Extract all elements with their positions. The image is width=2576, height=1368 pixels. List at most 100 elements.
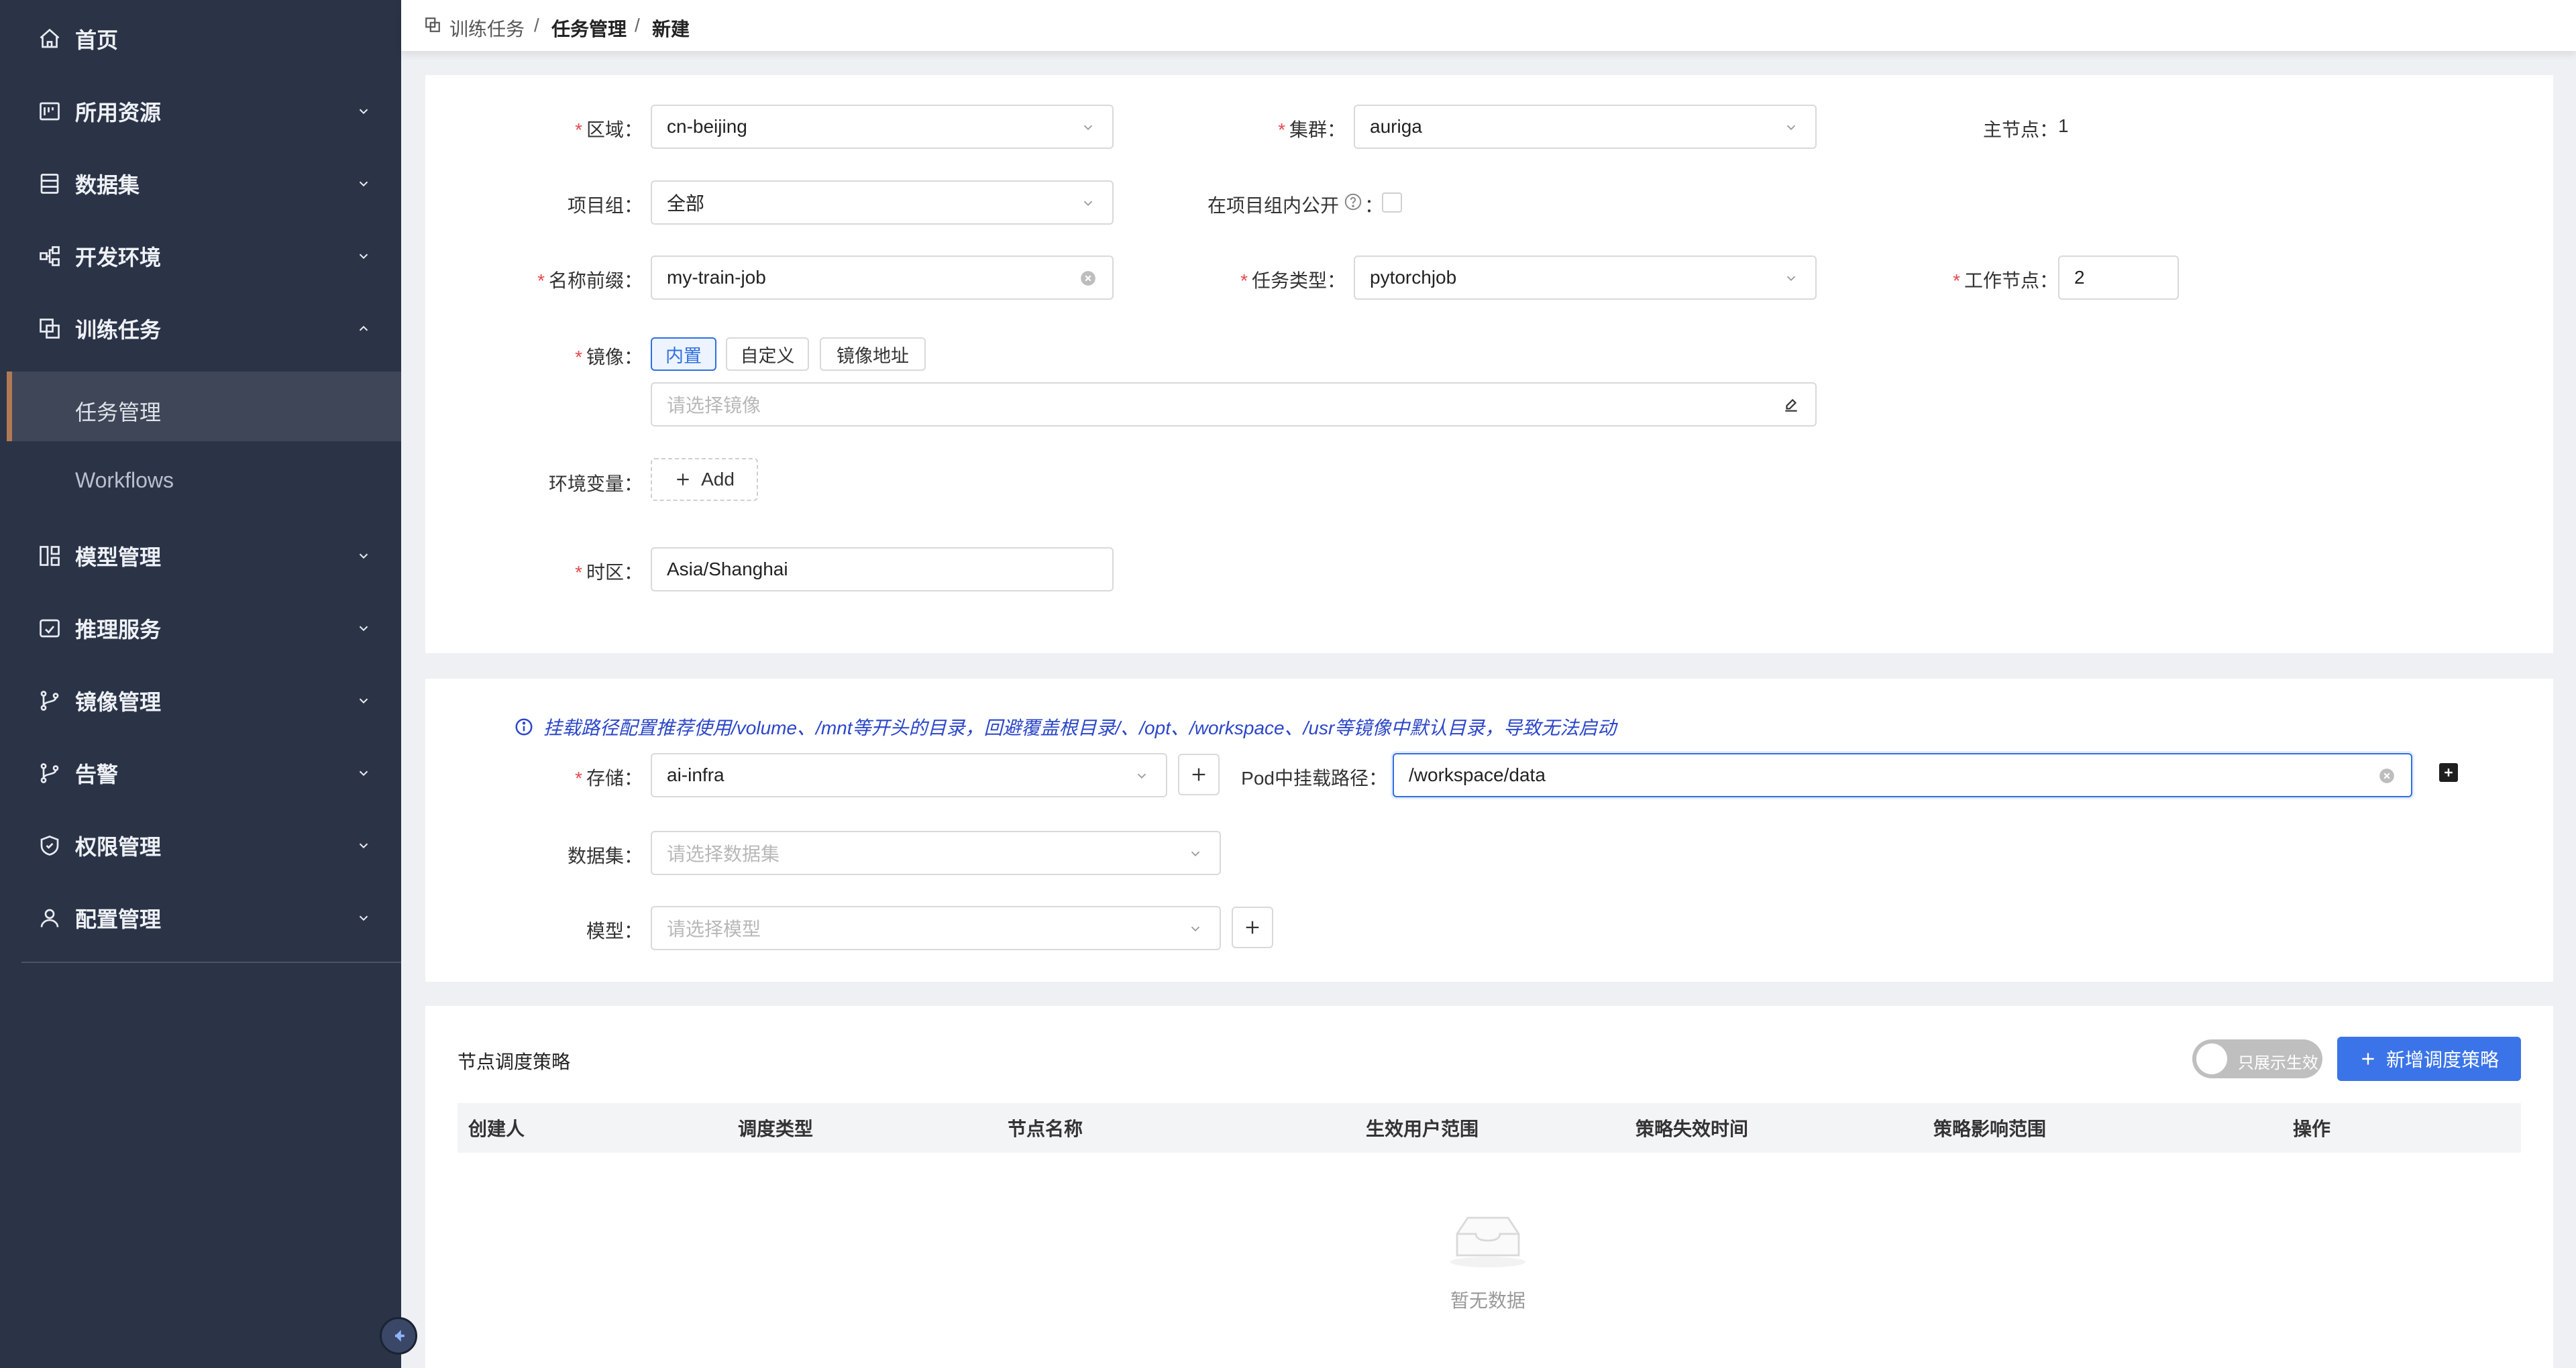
- dataset-select[interactable]: 请选择数据集: [651, 831, 1221, 875]
- breadcrumb-item-training[interactable]: 训练任务: [449, 15, 525, 42]
- dev-env-icon: [36, 243, 63, 270]
- chevron-up-icon: [354, 319, 373, 338]
- only-active-toggle[interactable]: 只展示生效: [2192, 1039, 2322, 1078]
- region-label: * 区域：: [575, 119, 643, 140]
- chevron-down-icon: [354, 691, 373, 710]
- image-option-address[interactable]: 镜像地址: [820, 337, 926, 371]
- training-icon: [36, 315, 63, 342]
- copy-icon: [424, 16, 441, 38]
- empty-text: 暂无数据: [1450, 1290, 1525, 1311]
- sidebar-item-label: 告警: [75, 762, 119, 787]
- image-select-input[interactable]: 请选择镜像: [651, 382, 1817, 426]
- region-select[interactable]: cn-beijing: [651, 105, 1114, 149]
- breadcrumb-item-task-management[interactable]: 任务管理: [551, 15, 627, 42]
- chevron-down-icon: [1079, 194, 1097, 213]
- worker-nodes-label: * 工作节点：: [1953, 270, 2058, 291]
- region-value: cn-beijing: [667, 116, 747, 137]
- project-group-select[interactable]: 全部: [651, 180, 1114, 225]
- sidebar-item-dev-env[interactable]: 开发环境: [0, 220, 401, 292]
- sidebar-item-label: 镜像管理: [75, 690, 162, 714]
- project-group-label: 项目组：: [567, 195, 643, 216]
- sidebar-item-label: 推理服务: [75, 618, 162, 642]
- cluster-select[interactable]: auriga: [1354, 105, 1817, 149]
- table-header-user-scope: 生效用户范围: [1366, 1119, 1479, 1139]
- chevron-down-icon: [1782, 269, 1801, 288]
- sidebar-subitem-workflows[interactable]: Workflows: [0, 444, 401, 514]
- table-header-actions: 操作: [2293, 1119, 2331, 1139]
- breadcrumb-item-new: 新建: [652, 19, 690, 40]
- sidebar-item-inference[interactable]: 推理服务: [0, 592, 401, 665]
- add-scheduling-policy-button[interactable]: 新增调度策略: [2337, 1037, 2521, 1081]
- project-group-value: 全部: [667, 193, 705, 214]
- sidebar-subitem-task-management[interactable]: 任务管理: [7, 372, 401, 441]
- add-scheduling-policy-label: 新增调度策略: [2385, 1049, 2499, 1070]
- image-option-custom[interactable]: 自定义: [726, 337, 809, 371]
- cluster-label: * 集群：: [1278, 119, 1346, 140]
- sidebar-item-label: 开发环境: [75, 245, 162, 270]
- model-select[interactable]: 请选择模型: [651, 906, 1221, 950]
- task-type-select[interactable]: pytorchjob: [1354, 255, 1817, 300]
- breadcrumb-separator: /: [635, 15, 640, 36]
- sidebar-item-images[interactable]: 镜像管理: [0, 665, 401, 737]
- pod-mount-path-input[interactable]: /workspace/data: [1393, 753, 2412, 797]
- sidebar-item-label: 首页: [75, 28, 119, 52]
- sidebar-item-permissions[interactable]: 权限管理: [0, 809, 401, 882]
- task-type-value: pytorchjob: [1370, 267, 1457, 288]
- public-in-group-checkbox[interactable]: [1382, 192, 1402, 213]
- chevron-down-icon: [354, 909, 373, 927]
- sidebar: 首页 所用资源 数据集 开发环境 训练任务 任务管理 Workflows 模型管…: [0, 0, 401, 1368]
- colon: ：: [1364, 195, 1384, 216]
- dataset-placeholder: 请选择数据集: [667, 844, 780, 864]
- add-env-var-label: Add: [701, 469, 735, 490]
- sidebar-item-training[interactable]: 训练任务: [0, 292, 401, 365]
- public-in-group-label: 在项目组内公开: [1208, 195, 1340, 216]
- sidebar-item-label: 配置管理: [75, 907, 162, 931]
- info-icon: [515, 718, 533, 736]
- sidebar-item-datasets[interactable]: 数据集: [0, 148, 401, 220]
- model-icon: [36, 543, 63, 569]
- chevron-down-icon: [1782, 118, 1801, 137]
- storage-select[interactable]: ai-infra: [651, 753, 1167, 797]
- resources-icon: [36, 98, 63, 125]
- plus-icon: [677, 473, 689, 486]
- env-vars-label: 环境变量：: [548, 473, 643, 494]
- sidebar-item-resources[interactable]: 所用资源: [0, 75, 401, 148]
- sidebar-subitem-label: Workflows: [75, 468, 174, 492]
- edit-icon[interactable]: [1782, 396, 1801, 414]
- chevron-down-icon: [354, 764, 373, 783]
- branch-icon: [36, 687, 63, 714]
- clear-icon[interactable]: [1079, 269, 1097, 288]
- sidebar-item-home[interactable]: 首页: [0, 3, 401, 75]
- add-storage-button[interactable]: [1178, 754, 1220, 795]
- sidebar-item-models[interactable]: 模型管理: [0, 520, 401, 592]
- add-model-button[interactable]: [1232, 907, 1273, 948]
- cluster-value: auriga: [1370, 116, 1422, 137]
- worker-nodes-input[interactable]: 2: [2058, 255, 2179, 300]
- image-option-builtin[interactable]: 内置: [651, 337, 716, 371]
- help-icon[interactable]: [1343, 192, 1363, 215]
- table-header-creator: 创建人: [468, 1119, 525, 1139]
- add-mount-icon[interactable]: [2439, 763, 2458, 782]
- sidebar-divider: [21, 962, 401, 963]
- timezone-value: Asia/Shanghai: [667, 559, 788, 579]
- sidebar-collapse-button[interactable]: [380, 1317, 417, 1355]
- image-label: * 镜像：: [575, 347, 643, 367]
- timezone-input[interactable]: Asia/Shanghai: [651, 547, 1114, 591]
- storage-value: ai-infra: [667, 764, 724, 785]
- sidebar-item-alerts[interactable]: 告警: [0, 737, 401, 809]
- pod-mount-path-value: /workspace/data: [1409, 764, 1546, 785]
- arrow-left-icon: [395, 1330, 405, 1342]
- sidebar-item-label: 数据集: [75, 173, 140, 197]
- sidebar-item-label: 训练任务: [75, 318, 162, 342]
- clear-icon[interactable]: [2377, 766, 2396, 785]
- scheduling-title: 节点调度策略: [458, 1051, 571, 1072]
- table-header-node-name: 节点名称: [1008, 1119, 1083, 1139]
- add-env-var-button[interactable]: Add: [651, 458, 758, 501]
- plus-icon: [1192, 768, 1205, 781]
- chevron-down-icon: [354, 836, 373, 855]
- chevron-down-icon: [1186, 844, 1205, 863]
- task-type-label: * 任务类型：: [1240, 270, 1346, 291]
- name-prefix-input[interactable]: my-train-job: [651, 255, 1114, 300]
- table-header-expire-time: 策略失效时间: [1635, 1119, 1749, 1139]
- sidebar-item-config[interactable]: 配置管理: [0, 882, 401, 954]
